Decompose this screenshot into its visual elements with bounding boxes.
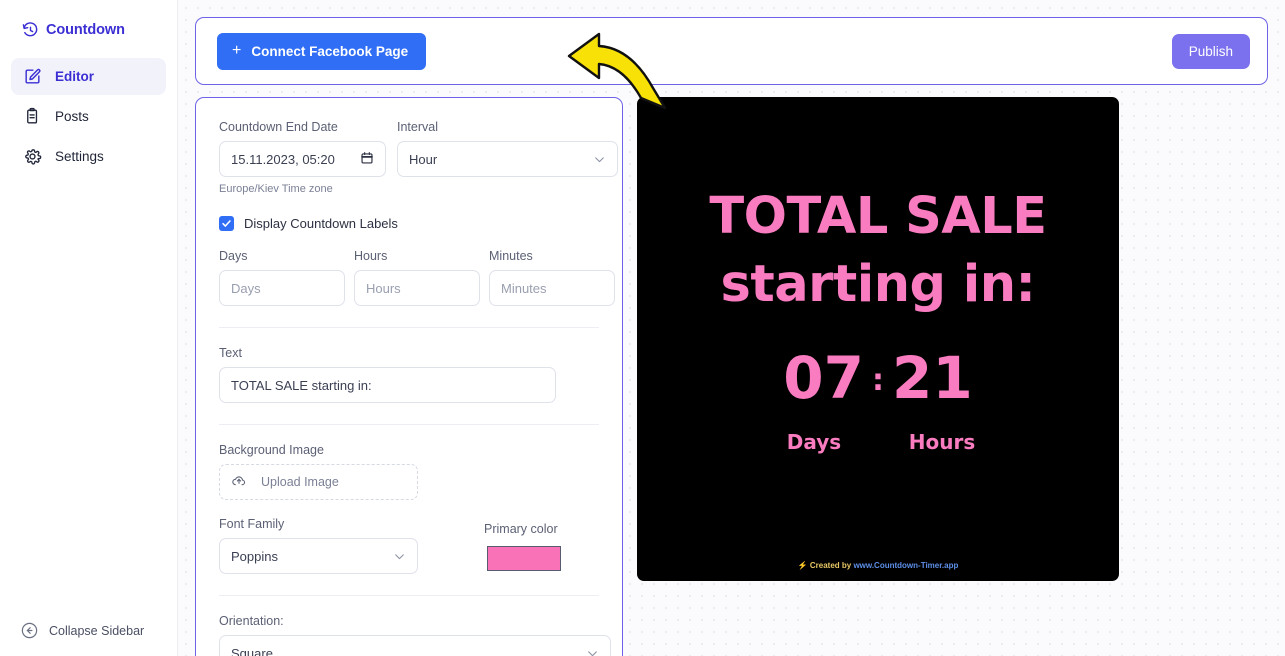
- minutes-label: Minutes: [489, 249, 533, 263]
- end-date-label: Countdown End Date: [219, 120, 338, 134]
- text-label: Text: [219, 346, 242, 360]
- cloud-upload-icon: [231, 473, 247, 492]
- edit-pencil-icon: [23, 67, 42, 86]
- interval-field-group: Interval Hour: [397, 120, 618, 177]
- orientation-group: Orientation: Square: [219, 614, 611, 656]
- chevron-down-icon: [593, 153, 606, 166]
- primary-color-group: Primary color: [484, 522, 561, 574]
- top-toolbar: + Connect Facebook Page Publish: [195, 17, 1268, 85]
- preview-hours-label: Hours: [908, 429, 976, 454]
- interval-value: Hour: [409, 151, 438, 167]
- days-field-group: Days Days: [219, 249, 345, 306]
- display-countdown-labels-label: Display Countdown Labels: [244, 216, 398, 231]
- upload-image-label: Upload Image: [261, 475, 339, 489]
- preview-credit-by: Created by: [809, 561, 852, 570]
- text-field-group: Text TOTAL SALE starting in:: [219, 346, 599, 403]
- checkbox-checked-icon: [219, 216, 234, 231]
- clipboard-icon: [23, 107, 42, 126]
- sidebar-item-editor[interactable]: Editor: [11, 58, 166, 95]
- interval-select[interactable]: Hour: [397, 141, 618, 177]
- plus-icon: +: [232, 42, 242, 59]
- days-input[interactable]: Days: [219, 270, 345, 306]
- publish-button[interactable]: Publish: [1171, 33, 1250, 69]
- interval-label: Interval: [397, 120, 438, 134]
- sidebar-item-label: Settings: [55, 149, 104, 164]
- text-input[interactable]: TOTAL SALE starting in:: [219, 367, 556, 403]
- brand: Countdown: [0, 0, 177, 46]
- divider-3: [219, 595, 599, 596]
- sidebar: Countdown Editor Posts Settings Collapse…: [0, 0, 178, 656]
- unit-labels-row: Days Days Hours Hours Minutes Minutes: [219, 249, 615, 306]
- background-image-group: Background Image Upload Image: [219, 443, 599, 500]
- preview-hours-value: 21: [892, 343, 973, 412]
- preview-credit-url[interactable]: www.Countdown-Timer.app: [853, 561, 958, 570]
- hours-field-group: Hours Hours: [354, 249, 480, 306]
- date-interval-row: Countdown End Date 15.11.2023, 05:20 Int…: [219, 120, 618, 177]
- preview-days-value: 07: [783, 343, 864, 412]
- chevron-down-icon: [393, 550, 406, 563]
- sidebar-item-label: Posts: [55, 109, 89, 124]
- calendar-icon[interactable]: [360, 151, 374, 168]
- preview-digits: 07 : 21: [783, 349, 972, 407]
- main-canvas: + Connect Facebook Page Publish Countdow…: [178, 0, 1285, 656]
- orientation-select[interactable]: Square: [219, 635, 611, 656]
- preview-headline: TOTAL SALE starting in:: [637, 183, 1119, 319]
- primary-color-swatch[interactable]: [487, 546, 561, 571]
- countdown-preview: TOTAL SALE starting in: 07 : 21 Days Hou…: [637, 97, 1119, 581]
- font-family-label: Font Family: [219, 517, 285, 531]
- chevron-down-icon: [586, 647, 599, 656]
- upload-image-button[interactable]: Upload Image: [219, 464, 418, 500]
- connect-facebook-page-label: Connect Facebook Page: [251, 43, 409, 59]
- preview-unit-labels: Days Hours: [774, 430, 982, 454]
- background-image-label: Background Image: [219, 443, 324, 457]
- bolt-icon: ⚡: [797, 561, 808, 570]
- font-family-group: Font Family Poppins: [219, 517, 418, 574]
- sidebar-item-posts[interactable]: Posts: [11, 98, 166, 135]
- countdown-end-date-input[interactable]: 15.11.2023, 05:20: [219, 141, 386, 177]
- preview-separator: :: [872, 362, 884, 398]
- sidebar-nav: Editor Posts Settings: [0, 58, 177, 175]
- orientation-value: Square: [231, 645, 273, 656]
- arrow-left-circle-icon: [20, 621, 39, 640]
- brand-name: Countdown: [46, 22, 125, 38]
- font-color-row: Font Family Poppins Primary color: [219, 517, 599, 574]
- divider-2: [219, 424, 599, 425]
- hours-label: Hours: [354, 249, 388, 263]
- connect-facebook-page-button[interactable]: + Connect Facebook Page: [217, 32, 427, 70]
- sidebar-item-label: Editor: [55, 69, 94, 84]
- countdown-clock-icon: [22, 21, 39, 39]
- hours-input[interactable]: Hours: [354, 270, 480, 306]
- gear-icon: [23, 147, 42, 166]
- app-root: Countdown Editor Posts Settings Collapse…: [0, 0, 1285, 656]
- font-family-select[interactable]: Poppins: [219, 538, 418, 574]
- end-date-field-group: Countdown End Date 15.11.2023, 05:20: [219, 120, 386, 177]
- end-date-value: 15.11.2023, 05:20: [231, 151, 335, 167]
- display-countdown-labels-checkbox[interactable]: Display Countdown Labels: [219, 216, 599, 231]
- days-label: Days: [219, 249, 248, 263]
- preview-headline-line1: TOTAL SALE: [709, 187, 1047, 246]
- font-family-value: Poppins: [231, 548, 278, 564]
- minutes-field-group: Minutes Minutes: [489, 249, 615, 306]
- minutes-input[interactable]: Minutes: [489, 270, 615, 306]
- divider-1: [219, 327, 599, 328]
- primary-color-swatch-wrap: [484, 543, 561, 574]
- preview-days-label: Days: [786, 429, 842, 454]
- collapse-sidebar-label: Collapse Sidebar: [49, 623, 145, 638]
- sidebar-item-settings[interactable]: Settings: [11, 138, 166, 175]
- preview-headline-line2: starting in:: [720, 254, 1036, 314]
- collapse-sidebar-button[interactable]: Collapse Sidebar: [0, 621, 178, 640]
- orientation-label: Orientation:: [219, 614, 284, 628]
- preview-credit: ⚡ Created by www.Countdown-Timer.app: [637, 561, 1119, 570]
- editor-settings-panel: Countdown End Date 15.11.2023, 05:20 Int…: [195, 97, 623, 656]
- timezone-note: Europe/Kiev Time zone: [219, 183, 333, 195]
- primary-color-label: Primary color: [484, 522, 558, 536]
